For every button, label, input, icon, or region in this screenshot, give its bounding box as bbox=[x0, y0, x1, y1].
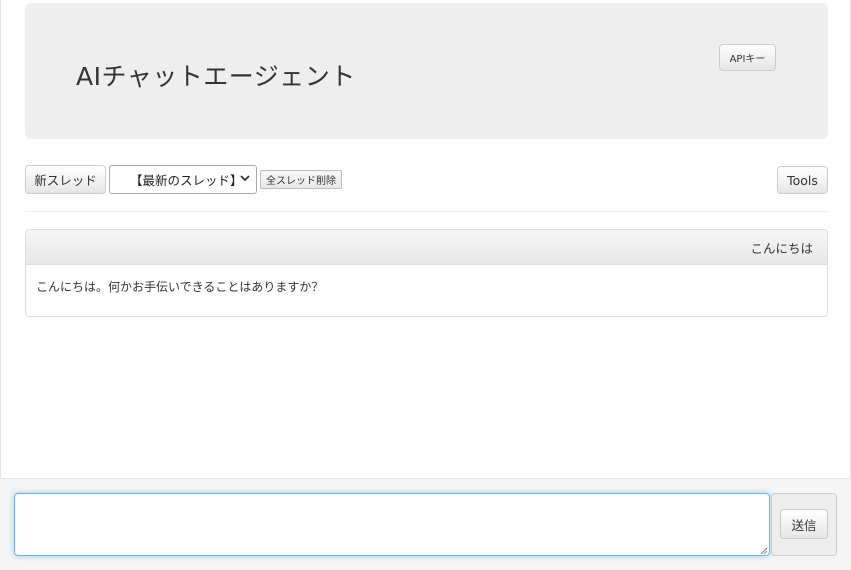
header-banner: AIチャットエージェント APIキー bbox=[25, 3, 828, 139]
app-page: AIチャットエージェント APIキー 新スレッド 【最新のスレッド】 全スレッド… bbox=[0, 0, 851, 570]
chat-message-panel: こんにちは こんにちは。何かお手伝いできることはありますか？ bbox=[25, 229, 828, 317]
message-input[interactable] bbox=[14, 493, 770, 556]
page-title: AIチャットエージェント bbox=[76, 62, 356, 91]
resize-grip-icon[interactable] bbox=[760, 547, 768, 555]
tools-button[interactable]: Tools bbox=[777, 166, 828, 194]
send-button[interactable]: 送信 bbox=[780, 509, 828, 539]
assistant-message-text: こんにちは。何かお手伝いできることはありますか？ bbox=[36, 280, 324, 294]
divider bbox=[25, 211, 828, 212]
assistant-message: こんにちは。何かお手伝いできることはありますか？ bbox=[26, 265, 827, 308]
user-message: こんにちは bbox=[26, 230, 827, 265]
api-key-button[interactable]: APIキー bbox=[719, 44, 776, 71]
thread-select[interactable]: 【最新のスレッド】 bbox=[109, 165, 257, 194]
user-message-text: こんにちは bbox=[750, 240, 813, 256]
chevron-down-icon bbox=[240, 173, 250, 186]
composer-footer: 送信 bbox=[0, 478, 851, 570]
new-thread-button[interactable]: 新スレッド bbox=[25, 165, 106, 194]
delete-all-threads-button[interactable]: 全スレッド削除 bbox=[260, 170, 342, 189]
send-panel: 送信 bbox=[771, 493, 837, 556]
thread-select-value: 【最新のスレッド】 bbox=[130, 173, 243, 188]
